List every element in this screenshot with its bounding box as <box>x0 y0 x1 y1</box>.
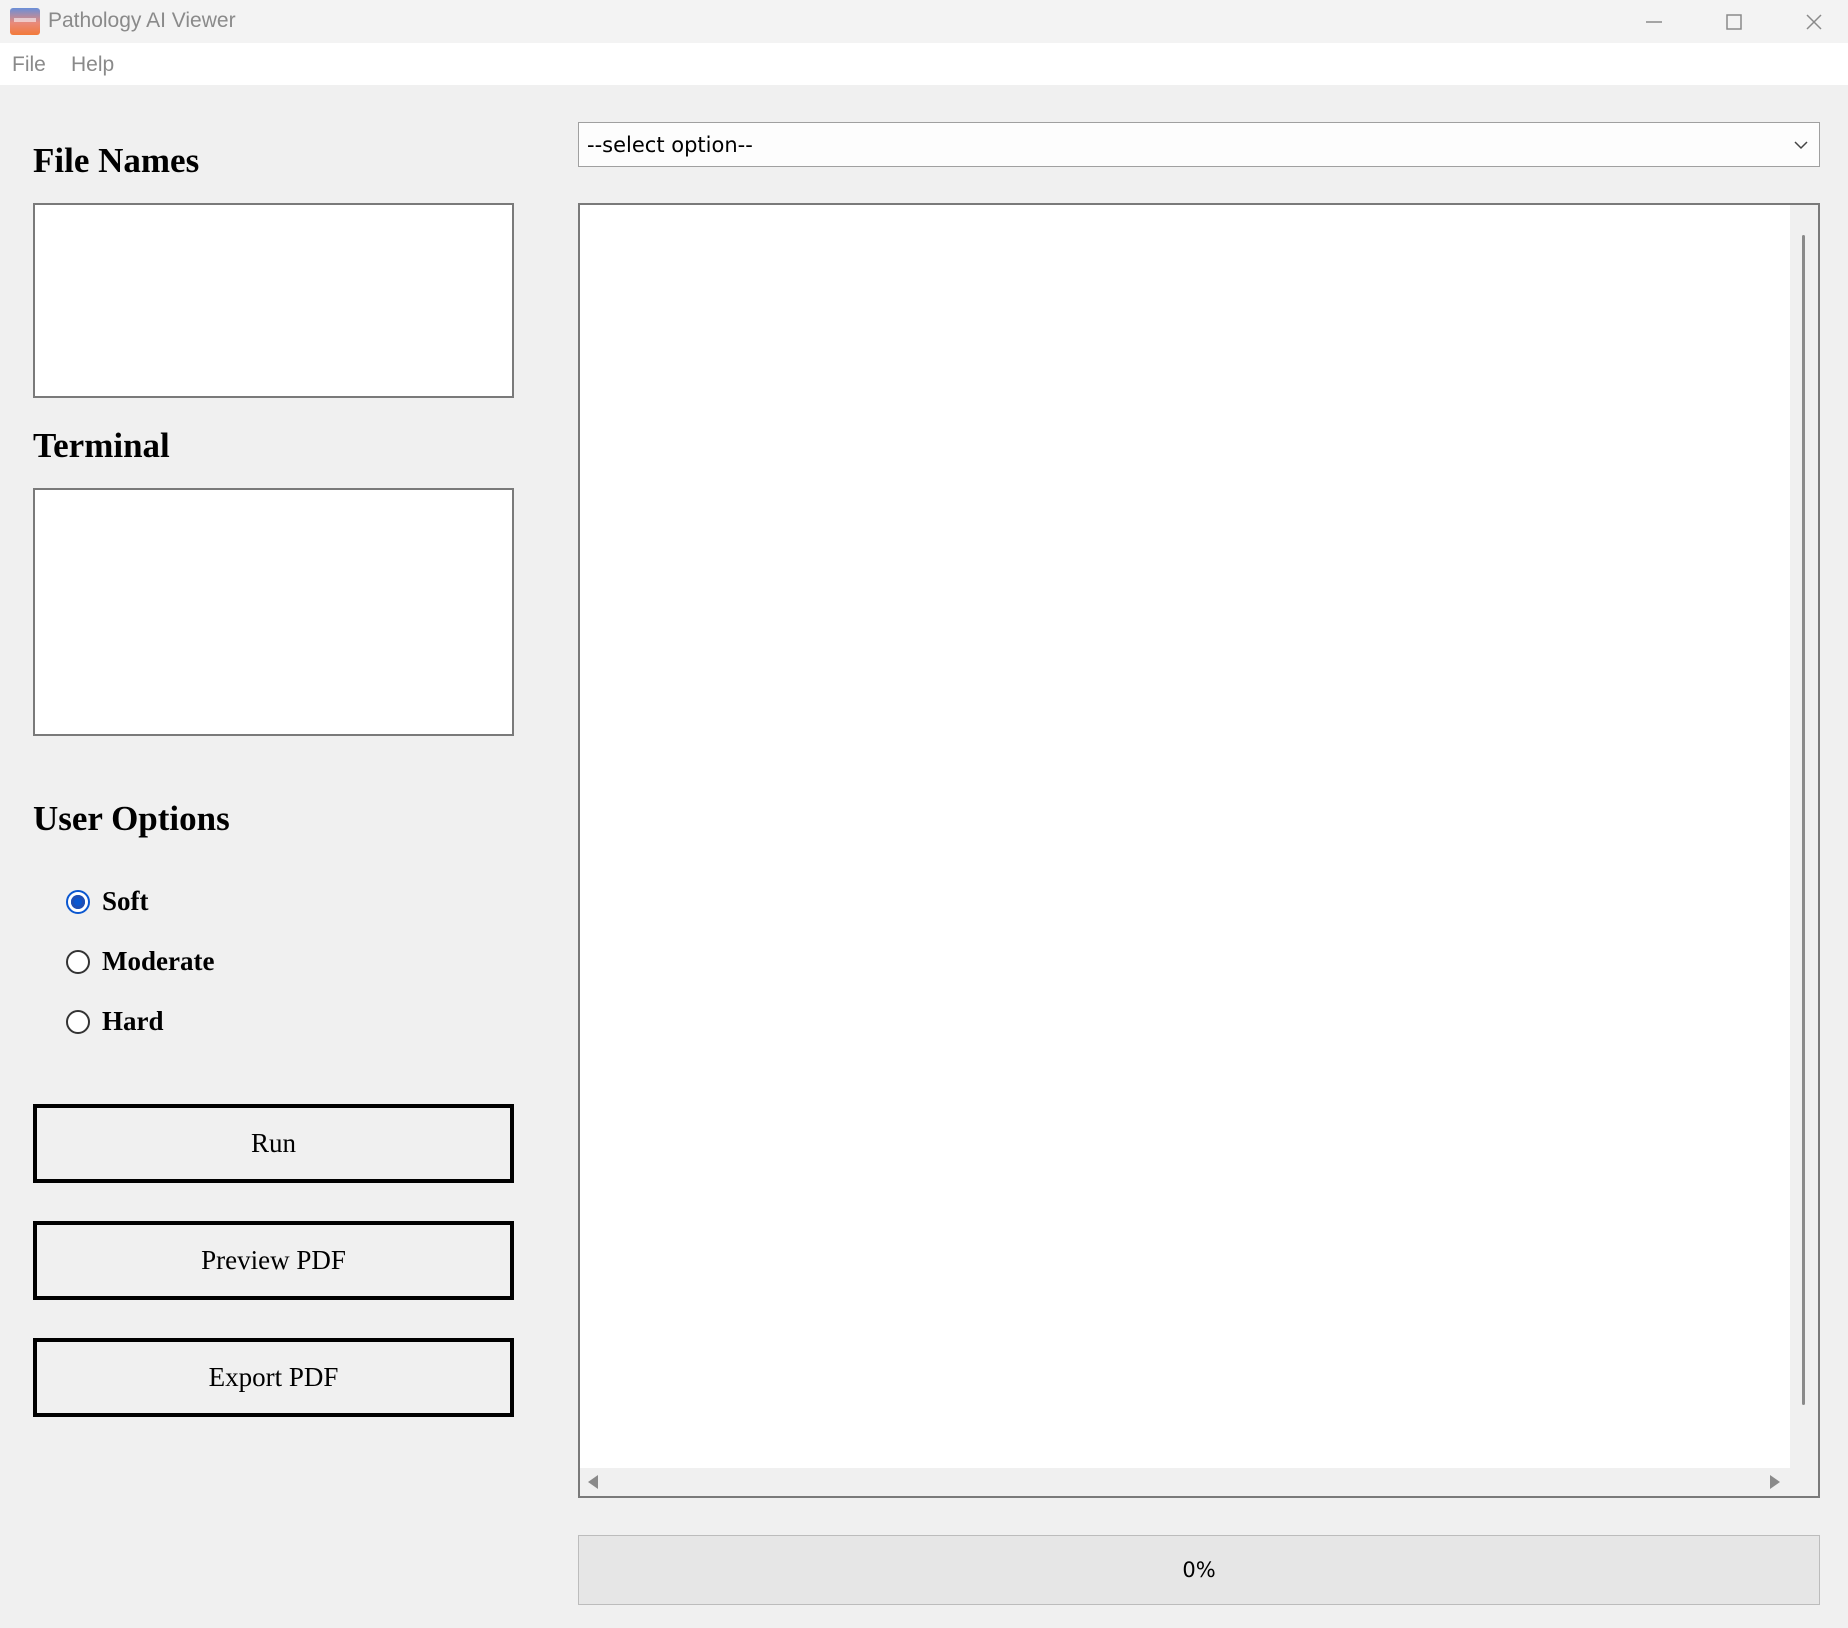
user-options-heading: User Options <box>33 799 230 838</box>
radio-button[interactable] <box>66 949 90 974</box>
radio-button[interactable] <box>66 1009 90 1034</box>
export-pdf-button[interactable]: Export PDF <box>33 1338 514 1417</box>
radio-label-hard: Hard <box>102 1006 164 1036</box>
menu-help[interactable]: Help <box>71 53 114 77</box>
file-names-heading: File Names <box>33 141 200 180</box>
close-icon <box>1806 13 1822 30</box>
progress-text: 0% <box>1182 1558 1216 1582</box>
close-button[interactable] <box>1774 0 1848 43</box>
app-logo-icon <box>10 8 40 35</box>
scroll-left-arrow-icon[interactable] <box>588 1475 598 1489</box>
scroll-right-arrow-icon[interactable] <box>1770 1475 1780 1489</box>
title-bar: Pathology AI Viewer <box>0 0 1848 43</box>
minimize-icon <box>1646 20 1662 23</box>
progress-bar: 0% <box>578 1535 1820 1605</box>
preview-pdf-button[interactable]: Preview PDF <box>33 1221 514 1300</box>
menu-file[interactable]: File <box>12 53 46 77</box>
terminal-output[interactable] <box>33 488 514 736</box>
vertical-scroll-thumb[interactable] <box>1802 235 1805 1405</box>
maximize-button[interactable] <box>1694 0 1774 43</box>
radio-label-soft: Soft <box>102 886 149 916</box>
run-button[interactable]: Run <box>33 1104 514 1183</box>
menu-bar: File Help <box>0 43 1848 85</box>
minimize-button[interactable] <box>1614 0 1694 43</box>
radio-hard[interactable]: Hard <box>66 1006 164 1037</box>
horizontal-scrollbar[interactable] <box>580 1468 1818 1496</box>
radio-soft[interactable]: Soft <box>66 886 149 917</box>
window-title: Pathology AI Viewer <box>48 9 236 32</box>
option-select-value: --select option-- <box>587 132 753 157</box>
maximize-icon <box>1726 13 1742 30</box>
image-viewer[interactable] <box>578 203 1820 1498</box>
vertical-scrollbar[interactable] <box>1790 205 1818 1470</box>
option-select[interactable]: --select option-- <box>578 122 1820 167</box>
chevron-down-icon <box>1794 141 1808 150</box>
terminal-heading: Terminal <box>33 426 170 465</box>
radio-button-checked[interactable] <box>66 889 90 914</box>
radio-label-moderate: Moderate <box>102 946 215 976</box>
radio-moderate[interactable]: Moderate <box>66 946 214 977</box>
file-names-list[interactable] <box>33 203 514 398</box>
